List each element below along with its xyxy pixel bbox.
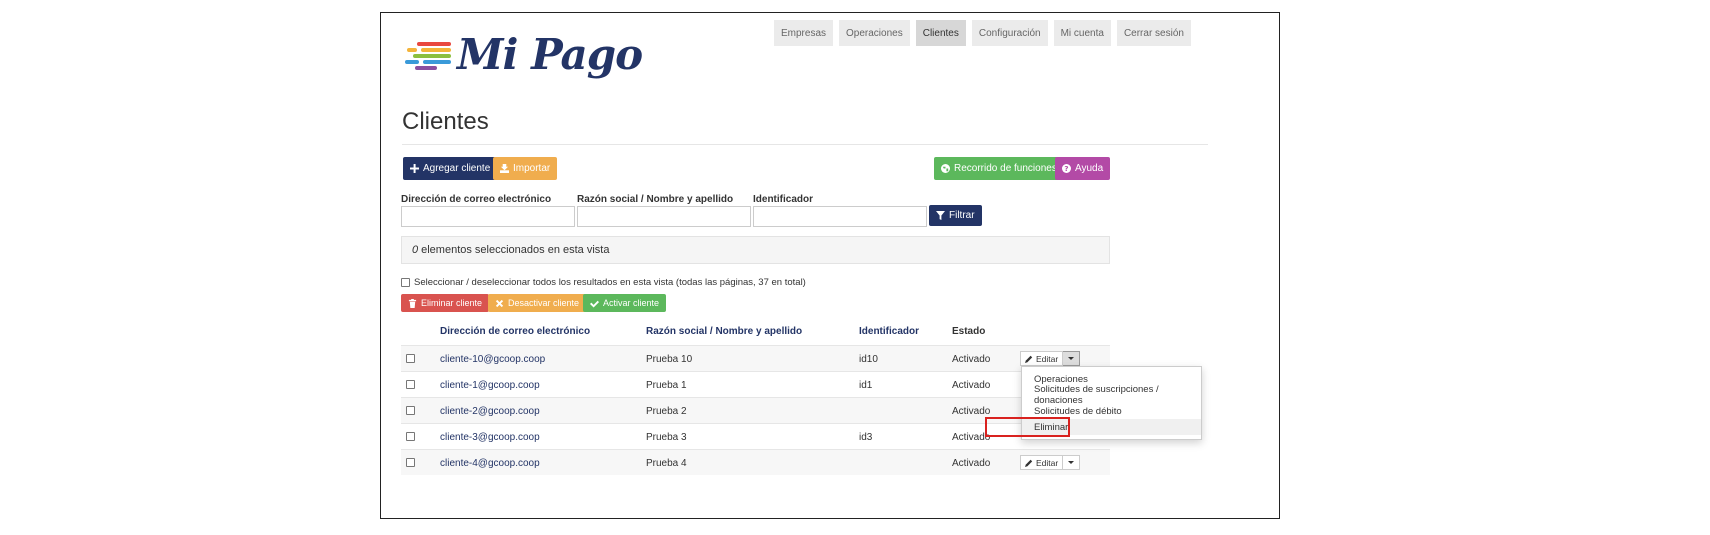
header-name[interactable]: Razón social / Nombre y apellido — [646, 326, 802, 342]
activate-client-button[interactable]: Activar cliente — [583, 294, 667, 312]
row-checkbox[interactable] — [406, 380, 415, 389]
email-filter-label: Dirección de correo electrónico — [401, 194, 552, 205]
row-status: Activado — [952, 406, 991, 417]
row-name: Prueba 2 — [646, 406, 687, 417]
row-edit-group: Editar — [1020, 455, 1081, 470]
app-frame: Mi Pago Empresas Operaciones Clientes Co… — [380, 12, 1280, 519]
table-row: cliente-4@gcoop.coop Prueba 4 Activado E… — [401, 449, 1110, 475]
caret-down-icon — [1068, 461, 1075, 464]
id-filter-label: Identificador — [753, 194, 814, 205]
row-status: Activado — [952, 354, 991, 365]
caret-down-icon — [1068, 357, 1075, 360]
selected-count: 0 — [412, 244, 419, 256]
table-row: cliente-10@gcoop.coop Prueba 10 id10 Act… — [401, 345, 1110, 371]
nav-mi-cuenta[interactable]: Mi cuenta — [1053, 20, 1111, 46]
row-email-link[interactable]: cliente-10@gcoop.coop — [440, 354, 545, 365]
row-status: Activado — [952, 458, 991, 469]
menu-item-solicitudes-suscripciones[interactable]: Solicitudes de suscripciones / donacione… — [1022, 384, 1201, 406]
header-status: Estado — [952, 326, 986, 337]
import-button[interactable]: Importar — [493, 157, 558, 180]
page-title: Clientes — [402, 108, 489, 135]
nav-cerrar-sesion[interactable]: Cerrar sesión — [1116, 20, 1191, 46]
row-status: Activado — [952, 380, 991, 391]
row-checkbox[interactable] — [406, 354, 415, 363]
top-nav: Empresas Operaciones Clientes Configurac… — [774, 20, 1191, 46]
row-email-link[interactable]: cliente-4@gcoop.coop — [440, 458, 540, 469]
email-filter-input[interactable] — [401, 206, 575, 227]
row-name: Prueba 1 — [646, 380, 687, 391]
plus-icon — [410, 164, 419, 173]
nav-configuracion[interactable]: Configuración — [971, 20, 1048, 46]
question-circle-icon: ? — [1062, 164, 1071, 173]
logo-bars-icon — [403, 39, 455, 70]
name-filter-input[interactable] — [577, 206, 751, 227]
deactivate-client-button[interactable]: Desactivar cliente — [488, 294, 587, 312]
selection-summary: 0 elementos seleccionados en esta vista — [401, 236, 1110, 264]
delete-client-button[interactable]: Eliminar cliente — [401, 294, 490, 312]
edit-button[interactable]: Editar — [1020, 351, 1064, 366]
row-email-link[interactable]: cliente-2@gcoop.coop — [440, 406, 540, 417]
row-id: id3 — [859, 432, 873, 443]
logo-text: Mi Pago — [457, 29, 643, 79]
trash-icon — [408, 298, 417, 308]
header-email[interactable]: Dirección de correo electrónico — [440, 326, 590, 342]
logo: Mi Pago — [403, 29, 643, 79]
svg-text:?: ? — [1064, 164, 1068, 173]
title-divider — [402, 144, 1208, 145]
select-all-checkbox[interactable] — [401, 278, 410, 287]
header-id[interactable]: Identificador — [859, 326, 919, 342]
row-id: id10 — [859, 354, 878, 365]
select-all-label: Seleccionar / deseleccionar todos los re… — [414, 277, 806, 288]
table-row: cliente-1@gcoop.coop Prueba 1 id1 Activa… — [401, 371, 1110, 397]
row-name: Prueba 10 — [646, 354, 693, 365]
filter-button[interactable]: Filtrar — [929, 205, 982, 226]
row-checkbox[interactable] — [406, 406, 415, 415]
row-edit-group: Editar — [1020, 351, 1081, 366]
highlight-annotation — [985, 417, 1070, 437]
row-email-link[interactable]: cliente-1@gcoop.coop — [440, 380, 540, 391]
pencil-icon — [1025, 355, 1033, 363]
row-name: Prueba 3 — [646, 432, 687, 443]
nav-operaciones[interactable]: Operaciones — [839, 20, 910, 46]
nav-empresas[interactable]: Empresas — [774, 20, 834, 46]
row-email-link[interactable]: cliente-3@gcoop.coop — [440, 432, 540, 443]
selected-text: elementos seleccionados en esta vista — [421, 244, 610, 256]
edit-button[interactable]: Editar — [1020, 455, 1064, 470]
row-name: Prueba 4 — [646, 458, 687, 469]
id-filter-input[interactable] — [753, 206, 927, 227]
add-client-button[interactable]: Agregar cliente — [403, 157, 498, 180]
pencil-icon — [1025, 459, 1033, 467]
name-filter-label: Razón social / Nombre y apellido — [577, 194, 734, 205]
globe-icon — [941, 164, 950, 173]
times-icon — [495, 299, 504, 307]
feature-tour-button[interactable]: Recorrido de funciones — [934, 157, 1064, 180]
select-all-row: Seleccionar / deseleccionar todos los re… — [401, 277, 806, 288]
row-actions-dropdown-toggle[interactable] — [1063, 455, 1081, 470]
row-checkbox[interactable] — [406, 432, 415, 441]
help-button[interactable]: ? Ayuda — [1055, 157, 1111, 180]
check-icon — [590, 300, 599, 308]
row-actions-dropdown-toggle[interactable] — [1063, 351, 1081, 366]
funnel-icon — [936, 211, 945, 220]
row-id: id1 — [859, 380, 873, 391]
nav-clientes[interactable]: Clientes — [915, 20, 966, 46]
row-checkbox[interactable] — [406, 458, 415, 467]
import-icon — [500, 164, 509, 173]
